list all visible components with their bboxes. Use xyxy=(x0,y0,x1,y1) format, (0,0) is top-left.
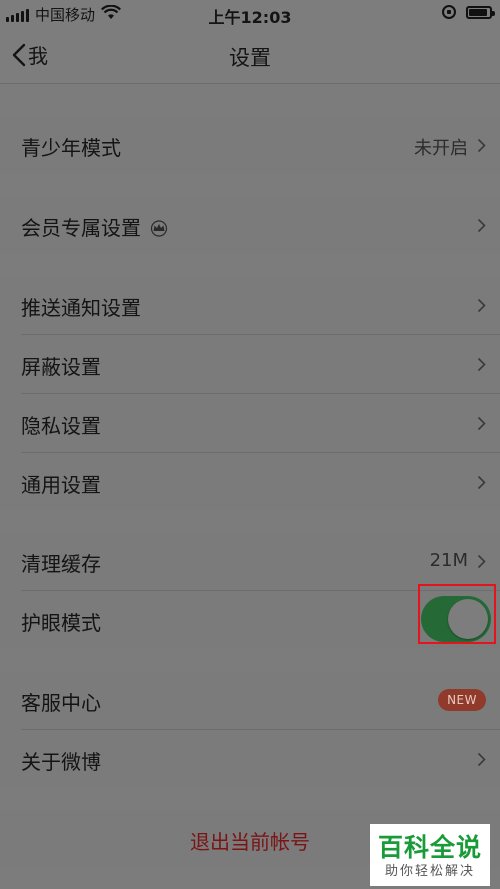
customer-service-row[interactable]: 客服中心 NEW xyxy=(0,671,500,729)
chevron-right-icon xyxy=(477,554,486,569)
row-label: 客服中心 xyxy=(21,691,101,715)
block-settings-row[interactable]: 屏蔽设置 xyxy=(0,335,500,393)
row-label: 推送通知设置 xyxy=(21,296,141,320)
page-title: 设置 xyxy=(229,46,271,70)
row-label: 屏蔽设置 xyxy=(21,355,101,379)
row-label: 会员专属设置 xyxy=(21,216,141,240)
crown-icon xyxy=(149,218,169,242)
teen-mode-row[interactable]: 青少年模式 未开启 xyxy=(0,116,500,174)
chevron-right-icon xyxy=(477,298,486,313)
general-settings-row[interactable]: 通用设置 xyxy=(0,453,500,511)
push-notification-row[interactable]: 推送通知设置 xyxy=(0,276,500,334)
chevron-right-icon xyxy=(477,416,486,431)
chevron-right-icon xyxy=(477,475,486,490)
row-label: 隐私设置 xyxy=(21,414,101,438)
privacy-settings-row[interactable]: 隐私设置 xyxy=(0,394,500,452)
row-label: 通用设置 xyxy=(21,473,101,497)
row-label: 清理缓存 xyxy=(21,552,101,576)
rotation-lock-icon xyxy=(442,5,456,19)
chevron-right-icon xyxy=(477,218,486,233)
about-weibo-row[interactable]: 关于微博 xyxy=(0,730,500,788)
chevron-right-icon xyxy=(477,138,486,153)
navigation-bar: 我 设置 xyxy=(0,28,500,84)
clear-cache-row[interactable]: 清理缓存 21M xyxy=(0,532,500,590)
cache-size-value: 21M xyxy=(429,550,468,571)
member-settings-row[interactable]: 会员专属设置 xyxy=(0,196,500,254)
watermark-title: 百科全说 xyxy=(377,833,482,862)
highlight-box xyxy=(418,584,496,644)
row-value: 未开启 xyxy=(414,138,468,159)
status-time: 上午12:03 xyxy=(208,8,292,27)
row-label: 关于微博 xyxy=(21,750,101,774)
watermark-subtitle: 助你轻松解决 xyxy=(384,864,475,879)
row-label: 青少年模式 xyxy=(21,136,121,160)
status-bar: 中国移动 上午12:03 xyxy=(0,0,500,28)
row-label: 护眼模式 xyxy=(21,611,101,635)
chevron-right-icon xyxy=(477,357,486,372)
chevron-right-icon xyxy=(477,752,486,767)
new-badge: NEW xyxy=(438,689,486,711)
battery-icon xyxy=(466,5,495,19)
watermark-logo: 百科全说 助你轻松解决 xyxy=(370,824,490,886)
